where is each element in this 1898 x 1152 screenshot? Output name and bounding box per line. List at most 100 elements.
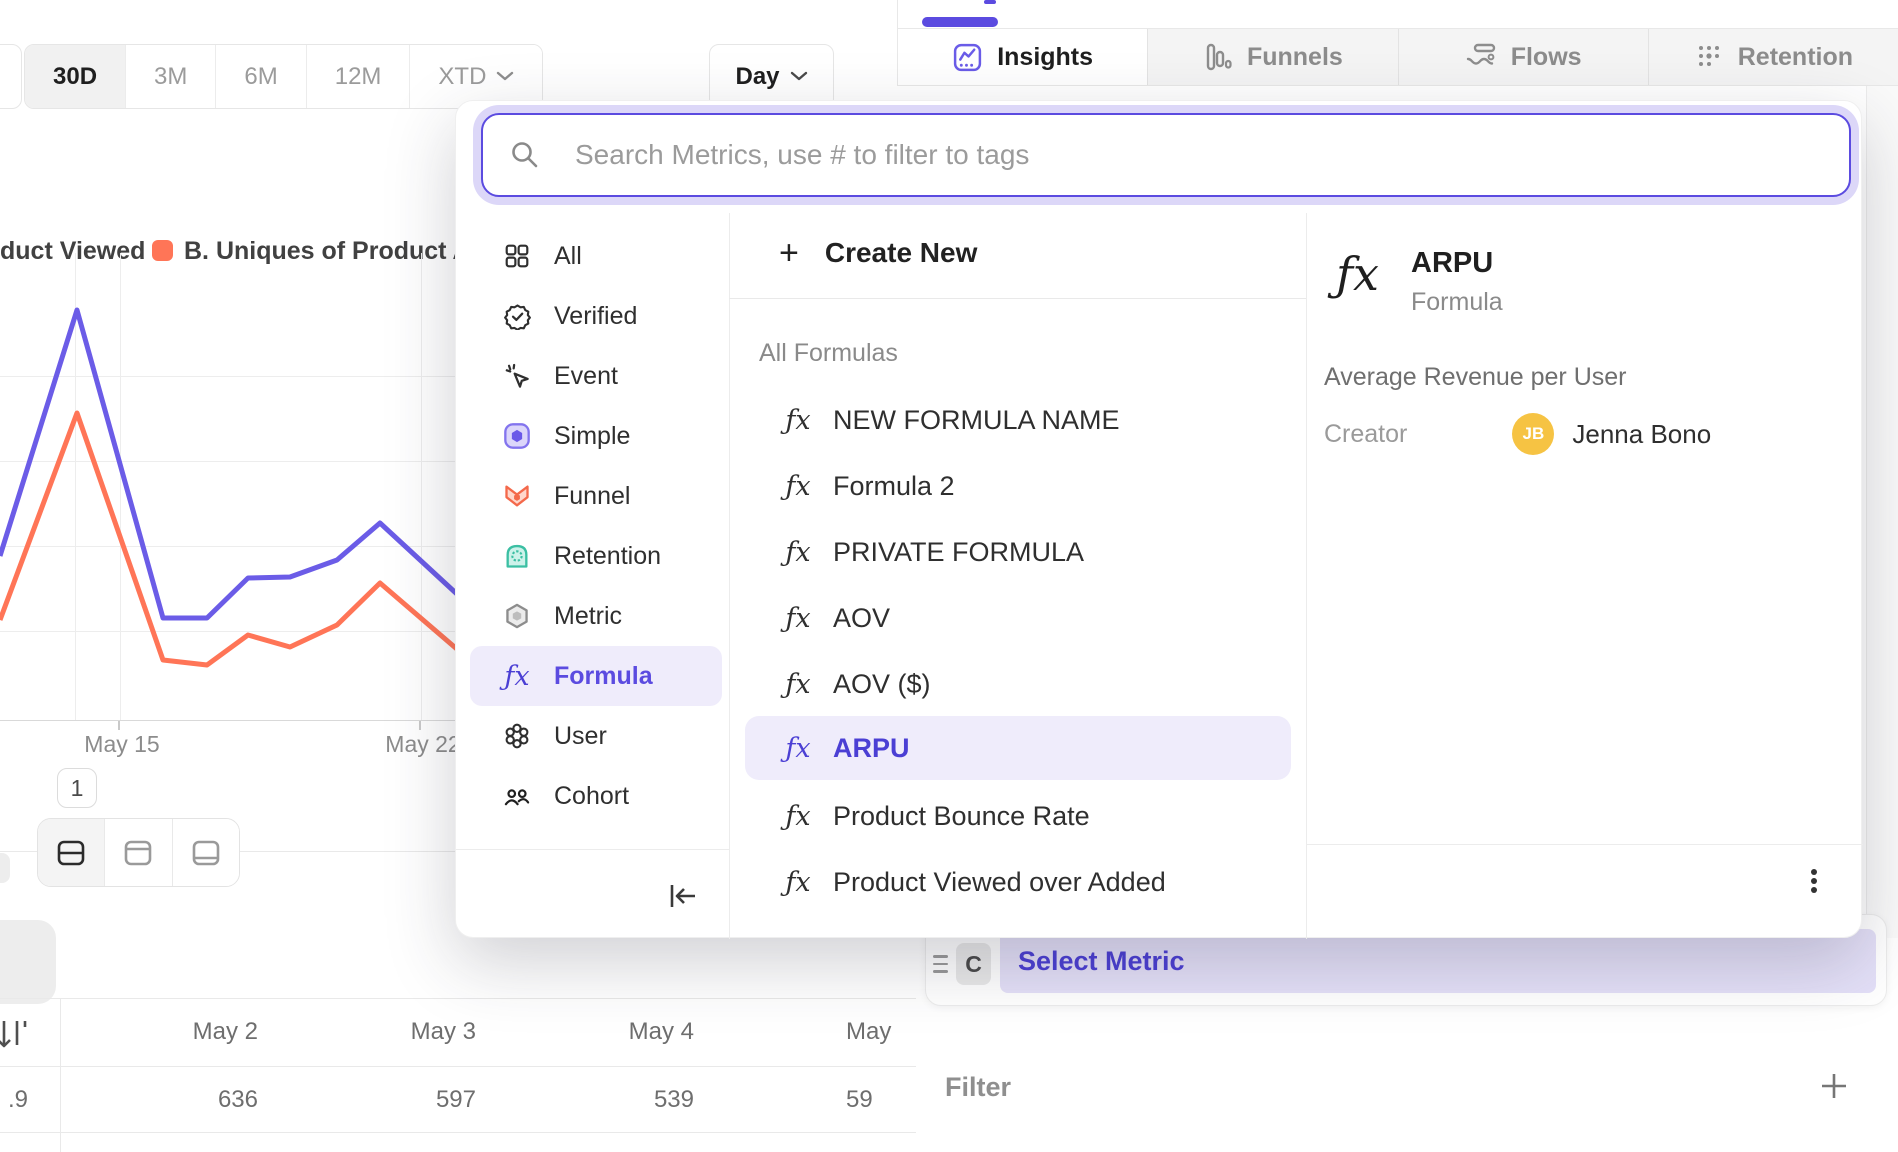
sidebar-item-all[interactable]: All [470, 226, 722, 286]
fx-icon: ƒx [779, 867, 817, 898]
metric-hexagon-icon [500, 599, 534, 633]
granularity-label: Day [735, 63, 779, 91]
sidebar-item-label: All [554, 242, 582, 271]
fx-icon: ƒx [779, 733, 817, 764]
formula-item[interactable]: ƒx Product Viewed over Added [745, 850, 1291, 914]
metric-search-input[interactable]: Search Metrics, use # to filter to tags [481, 113, 1851, 197]
sidebar-item-cohort[interactable]: Cohort [470, 766, 722, 826]
formula-item[interactable]: ƒx AOV [745, 586, 1291, 650]
create-new-button[interactable]: + Create New [745, 237, 977, 269]
cohort-people-icon [500, 779, 534, 813]
header-divider [897, 0, 898, 28]
search-icon [509, 139, 541, 171]
detail-fx-icon: ƒx [1336, 247, 1379, 301]
sidebar-item-label: Cohort [554, 782, 629, 811]
range-3m-label: 3M [154, 63, 187, 91]
more-options-kebab-icon[interactable] [1804, 866, 1824, 896]
list-section-label: All Formulas [759, 339, 898, 368]
range-12m-label: 12M [335, 63, 382, 91]
detail-type-label: Formula [1411, 288, 1503, 317]
metric-picker-modal: Search Metrics, use # to filter to tags … [455, 100, 1862, 938]
table-border [0, 1132, 916, 1133]
table-cell: 636 [62, 1086, 258, 1114]
chevron-down-icon [790, 71, 808, 82]
range-6m-label: 6M [244, 63, 277, 91]
filter-section-label: Filter [945, 1072, 1011, 1103]
sort-descending-icon[interactable] [0, 1016, 30, 1052]
drag-handle-icon[interactable] [933, 955, 948, 978]
funnels-bars-icon [1203, 42, 1233, 72]
sidebar-item-metric[interactable]: Metric [470, 586, 722, 646]
sidebar-item-formula[interactable]: ƒx Formula [470, 646, 722, 706]
fx-icon: ƒx [779, 603, 817, 634]
creator-avatar: JB [1512, 413, 1554, 455]
formula-item[interactable]: ƒx Product Bounce Rate [745, 784, 1291, 848]
col-header-clipped[interactable]: May [846, 1018, 891, 1046]
sidebar-item-label: Verified [554, 302, 637, 331]
collapse-sidebar-icon[interactable] [666, 881, 700, 911]
formula-item[interactable]: ƒx NEW FORMULA NAME [745, 388, 1291, 452]
formula-item[interactable]: ƒx PRIVATE FORMULA [745, 520, 1291, 584]
clause-letter-badge: C [956, 943, 991, 985]
col-header[interactable]: May 3 [280, 1018, 476, 1046]
toolbar-partial-button[interactable] [0, 44, 22, 109]
retention-metric-icon [500, 539, 534, 573]
report-tabbar: Insights Funnels Flows Retention [897, 28, 1898, 86]
series-number-badge[interactable]: 1 [57, 768, 97, 808]
tab-retention[interactable]: Retention [1649, 29, 1898, 85]
range-12m-button[interactable]: 12M [307, 45, 411, 108]
table-cell: 597 [280, 1086, 476, 1114]
range-xtd-label: XTD [438, 63, 486, 91]
detail-creator-row: Creator JB Jenna Bono [1324, 412, 1844, 456]
sidebar-footer-divider [456, 849, 729, 850]
table-cell-clipped: 59 [846, 1086, 873, 1114]
fx-icon: ƒx [779, 801, 817, 832]
app-root: { "toolbar": { "range_options": ["30D", … [0, 0, 1898, 1152]
cropped-control-fragment [0, 853, 10, 883]
table-cell: 539 [498, 1086, 694, 1114]
sidebar-item-event[interactable]: Event [470, 346, 722, 406]
detail-description: Average Revenue per User [1324, 363, 1627, 392]
tab-insights[interactable]: Insights [898, 29, 1148, 85]
simple-metric-icon [500, 419, 534, 453]
col-header[interactable]: May 4 [498, 1018, 694, 1046]
layout-chart-only-button[interactable] [105, 819, 172, 886]
fx-icon: ƒx [779, 405, 817, 436]
formula-item-selected[interactable]: ƒx ARPU [745, 716, 1291, 780]
sidebar-item-retention[interactable]: Retention [470, 526, 722, 586]
creator-name: Jenna Bono [1572, 419, 1711, 450]
formula-item-label: Product Bounce Rate [833, 801, 1090, 832]
range-xtd-button[interactable]: XTD [410, 45, 542, 108]
series-b-line [0, 413, 458, 665]
all-grid-icon [500, 239, 534, 273]
tab-flows[interactable]: Flows [1399, 29, 1649, 85]
list-divider [729, 298, 1306, 299]
layout-top-icon [122, 839, 154, 867]
sidebar-item-label: Simple [554, 422, 630, 451]
range-30d-button[interactable]: 30D [25, 45, 126, 108]
sidebar-item-verified[interactable]: Verified [470, 286, 722, 346]
col-header[interactable]: May 2 [62, 1018, 258, 1046]
formula-item[interactable]: ƒx AOV ($) [745, 652, 1291, 716]
table-border [0, 1066, 916, 1067]
line-chart[interactable] [0, 250, 460, 728]
formula-item[interactable]: ƒx Formula 2 [745, 454, 1291, 518]
add-filter-button[interactable] [1818, 1070, 1850, 1102]
layout-split-button[interactable] [38, 819, 105, 886]
modal-divider [1306, 213, 1307, 939]
retention-dots-icon [1694, 42, 1724, 72]
detail-title: ARPU [1411, 247, 1493, 280]
sidebar-item-simple[interactable]: Simple [470, 406, 722, 466]
tab-funnels[interactable]: Funnels [1148, 29, 1398, 85]
funnel-metric-icon [500, 479, 534, 513]
layout-table-only-button[interactable] [173, 819, 239, 886]
sidebar-item-user[interactable]: User [470, 706, 722, 766]
formula-item-label: Product Viewed over Added [833, 867, 1166, 898]
formula-item-label: ARPU [833, 733, 910, 764]
range-3m-button[interactable]: 3M [126, 45, 216, 108]
sidebar-item-label: User [554, 722, 607, 751]
sidebar-item-funnel[interactable]: Funnel [470, 466, 722, 526]
search-placeholder: Search Metrics, use # to filter to tags [575, 139, 1029, 171]
range-6m-button[interactable]: 6M [216, 45, 306, 108]
select-metric-button[interactable]: Select Metric [1000, 929, 1876, 993]
